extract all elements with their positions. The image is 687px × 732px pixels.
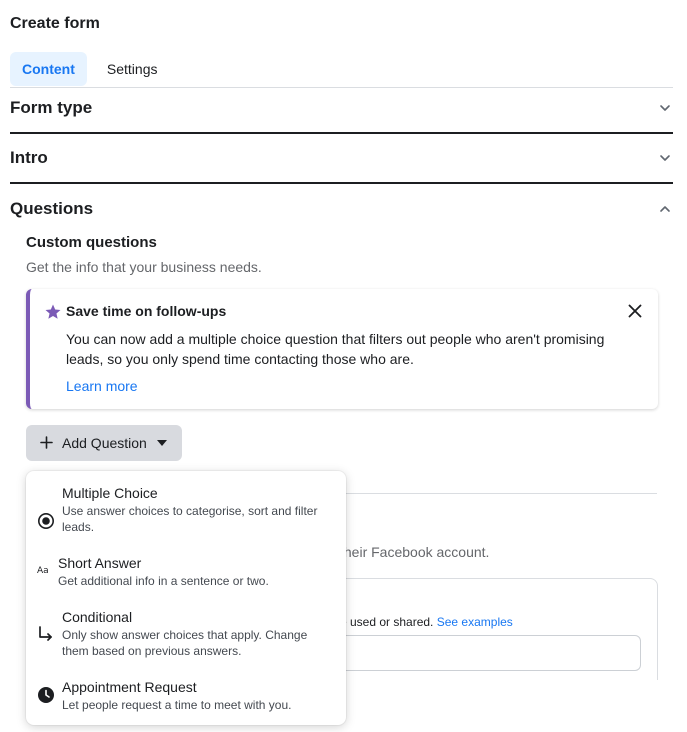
background-help-text: e used or shared. See examples bbox=[340, 615, 513, 629]
menu-item-conditional[interactable]: Conditional Only show answer choices tha… bbox=[26, 607, 346, 663]
section-intro[interactable]: Intro bbox=[10, 146, 673, 170]
add-question-label: Add Question bbox=[62, 435, 147, 451]
section-form-type-label: Form type bbox=[10, 98, 93, 117]
background-help-text-body: e used or shared. bbox=[340, 615, 434, 629]
section-form-type[interactable]: Form type bbox=[10, 96, 673, 120]
star-icon bbox=[45, 304, 61, 319]
background-divider bbox=[330, 493, 657, 494]
tab-content[interactable]: Content bbox=[10, 52, 87, 86]
create-form-page: Create form Content Settings Form type I… bbox=[0, 0, 687, 732]
section-questions-label: Questions bbox=[10, 199, 94, 218]
tab-bar: Content Settings bbox=[10, 52, 169, 86]
question-type-menu: Multiple Choice Use answer choices to ca… bbox=[26, 471, 346, 725]
page-title: Create form bbox=[10, 15, 100, 32]
tab-settings[interactable]: Settings bbox=[96, 52, 170, 86]
section-divider bbox=[10, 182, 673, 184]
svg-text:Aa: Aa bbox=[37, 566, 49, 576]
background-text: their Facebook account. bbox=[340, 544, 490, 560]
menu-item-description: Let people request a time to meet with y… bbox=[62, 698, 292, 712]
tip-card-title: Save time on follow-ups bbox=[66, 303, 227, 319]
menu-item-title: Appointment Request bbox=[62, 679, 197, 695]
menu-item-multiple-choice[interactable]: Multiple Choice Use answer choices to ca… bbox=[26, 483, 346, 539]
clock-icon bbox=[38, 687, 54, 703]
background-input[interactable] bbox=[330, 635, 641, 671]
chevron-down-icon bbox=[660, 105, 670, 111]
tip-card: Save time on follow-ups You can now add … bbox=[26, 289, 658, 409]
chevron-down-icon bbox=[660, 155, 670, 161]
menu-item-description: Get additional info in a sentence or two… bbox=[58, 574, 269, 588]
menu-item-title: Short Answer bbox=[58, 555, 142, 571]
text-aa-icon: Aa bbox=[37, 566, 49, 576]
section-intro-label: Intro bbox=[10, 148, 48, 167]
menu-item-description: Only show answer choices that apply. Cha… bbox=[62, 628, 308, 658]
section-divider bbox=[10, 132, 673, 134]
custom-questions-title: Custom questions bbox=[26, 234, 157, 251]
menu-item-short-answer[interactable]: Aa Short Answer Get additional info in a… bbox=[26, 553, 346, 593]
background-mask bbox=[330, 680, 687, 732]
plus-icon bbox=[40, 436, 53, 449]
add-question-button[interactable]: Add Question bbox=[26, 425, 182, 461]
menu-item-description: Use answer choices to categorise, sort a… bbox=[62, 504, 318, 534]
section-questions[interactable]: Questions bbox=[10, 197, 673, 221]
tip-card-body: You can now add a multiple choice questi… bbox=[66, 331, 605, 367]
chevron-up-icon bbox=[660, 206, 670, 212]
learn-more-link[interactable]: Learn more bbox=[66, 378, 138, 394]
see-examples-link[interactable]: See examples bbox=[437, 615, 513, 629]
radio-icon bbox=[38, 513, 54, 529]
close-icon[interactable] bbox=[628, 304, 642, 318]
menu-item-appointment-request[interactable]: Appointment Request Let people request a… bbox=[26, 677, 346, 717]
tabs-divider bbox=[10, 87, 673, 88]
menu-item-title: Conditional bbox=[62, 609, 133, 625]
branch-arrow-icon bbox=[39, 626, 52, 641]
caret-down-icon bbox=[157, 440, 167, 446]
menu-item-title: Multiple Choice bbox=[62, 485, 158, 501]
custom-questions-subtitle: Get the info that your business needs. bbox=[26, 259, 262, 275]
